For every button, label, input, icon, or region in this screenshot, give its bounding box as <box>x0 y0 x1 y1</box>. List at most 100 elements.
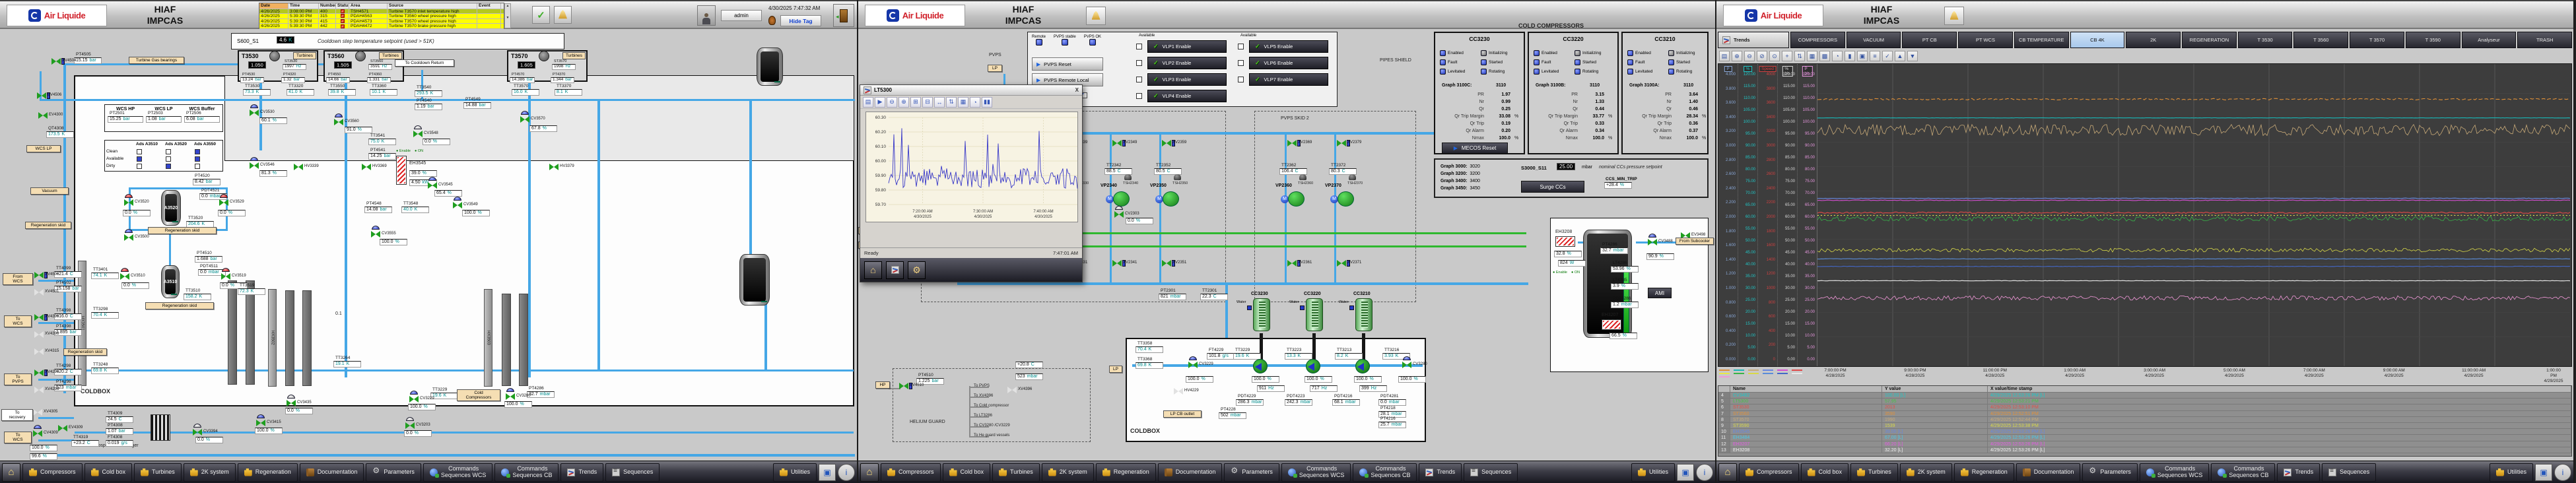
instrument-readout[interactable]: TT322313.3K <box>1285 348 1312 360</box>
trend-tab[interactable]: T 3570 <box>2350 32 2404 48</box>
instrument-readout[interactable]: PT43081.07bar <box>106 424 133 435</box>
available-checkbox[interactable] <box>1136 44 1142 49</box>
valve[interactable]: CV3229 <box>1188 362 1198 368</box>
available-checkbox[interactable] <box>1238 60 1244 66</box>
valve[interactable]: CV3394 <box>193 429 202 435</box>
taskbar-button[interactable]: Trends <box>1419 463 1462 482</box>
plot-area[interactable] <box>1817 64 2571 366</box>
chart-toolbar-icon[interactable]: ⊘ <box>1757 51 1767 61</box>
trend-tab[interactable]: T 3590 <box>2406 32 2460 48</box>
cc-pressure-setpoint[interactable]: 25.00 <box>1557 163 1575 170</box>
instrument-readout[interactable]: TT355039.8K <box>328 84 356 96</box>
taskbar-button[interactable]: Turbines <box>992 463 1040 482</box>
cold-compressor-machine[interactable]: CC3220Water <box>1306 298 1323 331</box>
chart-toolbar-icon[interactable]: ≡ <box>1870 51 1880 61</box>
info-button[interactable]: i <box>2554 464 2571 481</box>
utilities-button[interactable]: Utilities <box>1631 463 1675 482</box>
vessel[interactable] <box>757 48 783 86</box>
close-icon[interactable]: X <box>1075 87 1079 93</box>
instrument-readout[interactable]: 0.0% <box>285 408 313 414</box>
instrument-readout[interactable]: TT237280.3C <box>1329 164 1357 175</box>
available-checkbox[interactable] <box>1136 60 1142 66</box>
valve[interactable]: HV3379 <box>549 164 559 170</box>
valve[interactable]: CV3280 <box>506 393 515 400</box>
chart-toolbar-icon[interactable]: + <box>1782 51 1792 61</box>
surge-ccs-button[interactable]: Surge CCs <box>1521 181 1584 193</box>
valve[interactable]: XV2351 <box>1162 260 1171 267</box>
state-checkbox[interactable] <box>166 149 171 154</box>
cold-compressor-stage-icon[interactable] <box>1355 359 1370 373</box>
hide-tag-button[interactable]: Hide Tag <box>780 15 821 26</box>
valve[interactable]: HV3339 <box>294 164 303 170</box>
y-axis-P-bis[interactable]: P bis120.00115.00110.00105.00100.0095.00… <box>1798 64 1817 366</box>
info-button[interactable]: i <box>1696 464 1713 481</box>
trend-tab[interactable]: TRASH <box>2517 32 2572 48</box>
taskbar-button[interactable]: Sequences <box>605 463 660 482</box>
taskbar-button[interactable]: Documentation <box>300 463 364 482</box>
alarm-horn-button[interactable] <box>554 6 572 24</box>
instrument-readout[interactable]: TT335870.4K <box>1135 342 1163 353</box>
valve[interactable]: HV3369 <box>362 164 371 170</box>
chart-toolbar-icon[interactable]: ◔ <box>1832 51 1843 61</box>
instrument-readout[interactable]: PT450515.15bar <box>74 53 102 64</box>
instrument-readout[interactable]: TT353073.3K <box>243 84 271 96</box>
popup-toolbar-icon[interactable]: ↔ <box>934 97 945 108</box>
taskbar-button[interactable]: 2K system <box>184 463 236 482</box>
instrument-readout[interactable]: QT4308173.5K <box>46 127 74 138</box>
taskbar-button[interactable]: Commands Sequences WCS <box>423 463 493 482</box>
legend-row[interactable]: 8ST357019904/29/2025 12:52:44 PM <box>1718 417 2571 423</box>
instrument-readout[interactable]: TT430924.5C <box>106 412 133 423</box>
exit-button[interactable] <box>833 4 854 27</box>
taskbar-button[interactable]: Regeneration <box>1096 463 1156 482</box>
y-axis-Speed[interactable]: Speed40003800360034003200300028002600240… <box>1758 64 1778 366</box>
vlp-enable-button[interactable]: ✓VLP4 Enable <box>1147 90 1227 102</box>
y-axis-P[interactable]: P4.0003.8003.6003.4003.2003.0002.8002.60… <box>1718 64 1738 366</box>
valve[interactable]: XV4315 <box>34 348 44 355</box>
taskbar-button[interactable]: Parameters <box>1224 463 1279 482</box>
alarm-row[interactable]: 4/26/20255:39:30 PM442✓PDAH4472Turbine T… <box>259 24 504 29</box>
instrument-readout[interactable]: 100.0% <box>1398 376 1426 383</box>
valve[interactable]: CV3570 <box>520 116 529 123</box>
valve[interactable]: CV3415 <box>256 420 265 426</box>
instrument-readout[interactable]: PT421625.7mbar <box>1378 417 1406 428</box>
taskbar-button[interactable]: Compressors <box>1739 463 1799 482</box>
valve[interactable]: XV2361 <box>1287 260 1297 267</box>
valve[interactable]: XV4501 <box>34 289 44 296</box>
taskbar-button[interactable]: Compressors <box>881 463 941 482</box>
turbines-nav-button[interactable]: Turbines <box>293 52 316 59</box>
available-checkbox[interactable] <box>1136 77 1142 82</box>
y-axes[interactable]: P4.0003.8003.6003.4003.2003.0002.8002.60… <box>1718 64 1817 366</box>
popup-toolbar-icon[interactable]: ⊞ <box>910 97 921 108</box>
valve[interactable]: XV2341 <box>1112 260 1122 267</box>
chart-toolbar-icon[interactable]: ▩ <box>1819 51 1830 61</box>
popup-toolbar-icon[interactable]: ▤ <box>863 97 873 108</box>
instrument-readout[interactable]: PT2301821mbar <box>1159 289 1186 300</box>
setpoint-display[interactable]: 4.6K <box>277 36 294 44</box>
vacuum-pump[interactable]: VP2360TSH2360M <box>1281 190 1305 207</box>
state-checkbox[interactable] <box>195 164 200 169</box>
taskbar-button[interactable]: Commands Sequences WCS <box>1281 463 1351 482</box>
instrument-readout[interactable]: TT357016.0K <box>512 84 539 96</box>
taskbar-button[interactable]: Regeneration <box>238 463 298 482</box>
instrument-readout[interactable]: 0.0% <box>195 437 223 443</box>
chart-toolbar-icon[interactable]: ▮ <box>1845 51 1855 61</box>
legend-row[interactable]: 12EH320766.20 [L]4/29/2025 12:53:26 PM [… <box>1718 441 2571 447</box>
valve[interactable]: CV3519 <box>221 273 230 280</box>
instrument-readout[interactable]: PDT42810.0mbar <box>1378 395 1406 406</box>
cold-compressor-machine[interactable]: CC3230Water <box>1253 298 1270 331</box>
valve[interactable]: XV2371 <box>1337 260 1346 267</box>
valve[interactable]: CV3548 <box>413 131 423 137</box>
state-checkbox[interactable] <box>166 156 171 162</box>
ami-button[interactable]: AMI <box>1648 288 1672 298</box>
instrument-readout[interactable]: 0.0% <box>423 139 450 145</box>
instrument-readout[interactable]: FT43080.019g/s <box>106 435 133 447</box>
instrument-readout[interactable]: TT329870.4K <box>91 307 119 319</box>
popup-toolbar-icon[interactable]: ▮▮ <box>982 97 992 108</box>
alarm-row[interactable]: 4/26/20255:39:30 PM415✓PDAH4573Turbine T… <box>259 19 504 24</box>
state-checkbox[interactable] <box>137 156 142 162</box>
valve[interactable]: CV3203 <box>405 422 415 429</box>
instrument-readout[interactable]: 0.0% <box>218 210 246 216</box>
instrument-readout[interactable]: PT428632.7mbar <box>527 387 555 398</box>
instrument-readout[interactable]: 100.0% <box>1252 376 1279 383</box>
instrument-readout[interactable]: TT2362106.4C <box>1279 164 1307 175</box>
